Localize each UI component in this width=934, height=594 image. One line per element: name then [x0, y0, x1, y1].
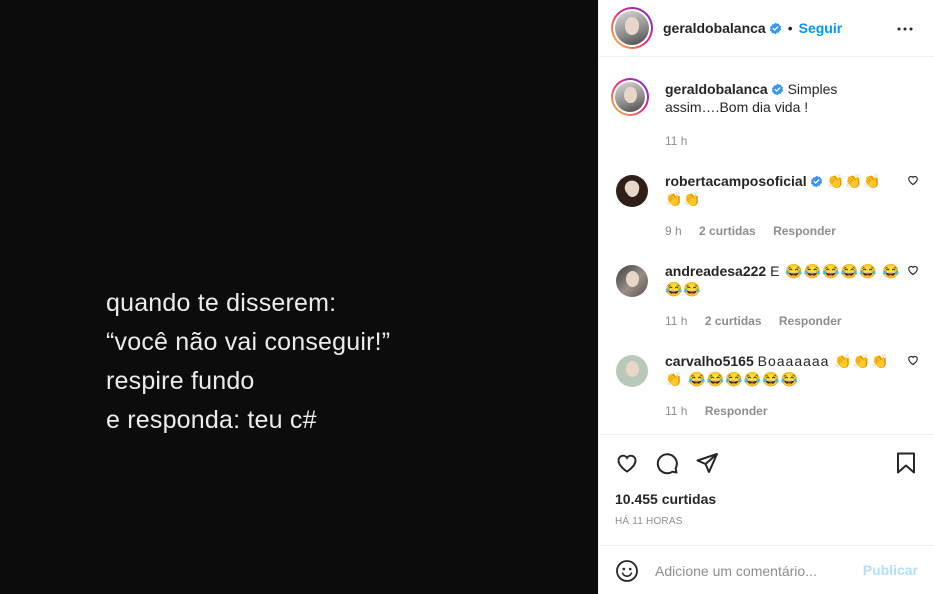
comment-body: carvalho5165 Boaaaaaa 👏👏👏👏 😂😂😂😂😂😂 [665, 352, 905, 388]
likes-count[interactable]: 10.455 curtidas [615, 491, 716, 507]
media-line: “você não vai conseguir!” [106, 328, 391, 356]
caption-username[interactable]: geraldobalanca [665, 81, 768, 97]
comment-icon[interactable] [655, 451, 679, 475]
more-horizontal-icon[interactable] [896, 20, 914, 38]
comment-likes[interactable]: 2 curtidas [699, 224, 756, 238]
like-comment-icon[interactable] [907, 264, 919, 276]
comments-list[interactable]: geraldobalanca Simples assim….Bom dia vi… [599, 58, 934, 434]
bookmark-icon[interactable] [894, 451, 918, 475]
comment-body: robertacamposoficial 👏👏👏 👏👏 [665, 172, 905, 208]
comment-username[interactable]: andreadesa222 [665, 263, 766, 279]
commenter-avatar[interactable] [611, 350, 649, 388]
heart-icon[interactable] [615, 451, 639, 475]
post-header: geraldobalanca • Seguir [599, 0, 934, 57]
emoji-icon[interactable] [615, 559, 639, 583]
comment-username[interactable]: carvalho5165 [665, 353, 754, 369]
post-view: quando te disserem: “você não vai conseg… [0, 0, 934, 594]
separator-dot: • [787, 20, 793, 36]
publish-button[interactable]: Publicar [863, 562, 918, 578]
comment-meta: 9 h 2 curtidas Responder [665, 224, 850, 238]
post-sidebar: geraldobalanca • Seguir geraldobalanca S… [598, 0, 934, 594]
post-media[interactable]: quando te disserem: “você não vai conseg… [0, 0, 598, 594]
media-line: respire fundo [106, 367, 255, 395]
author-avatar[interactable] [611, 7, 653, 49]
verified-badge-icon [771, 83, 783, 96]
post-actions: 10.455 curtidas HÁ 11 HORAS Publicar [599, 434, 934, 594]
comment-likes[interactable]: 2 curtidas [705, 314, 762, 328]
comment-meta: 11 h Responder [665, 404, 782, 418]
comment-time[interactable]: 9 h [665, 224, 682, 238]
like-comment-icon[interactable] [907, 174, 919, 186]
comment-time[interactable]: 11 h [665, 404, 687, 418]
caption-time[interactable]: 11 h [665, 134, 687, 148]
caption-avatar[interactable] [611, 78, 649, 116]
reply-button[interactable]: Responder [779, 314, 842, 328]
commenter-avatar[interactable] [611, 260, 649, 298]
author-username[interactable]: geraldobalanca [663, 20, 766, 36]
caption-meta: 11 h [665, 134, 701, 148]
media-line: e responda: teu c# [106, 406, 317, 434]
follow-button[interactable]: Seguir [799, 20, 843, 36]
media-line: quando te disserem: [106, 289, 337, 317]
like-comment-icon[interactable] [907, 354, 919, 366]
media-text: quando te disserem: “você não vai conseg… [106, 284, 390, 440]
add-comment-bar: Publicar [599, 545, 934, 594]
send-icon[interactable] [695, 451, 719, 475]
verified-badge-icon [810, 175, 822, 188]
reply-button[interactable]: Responder [773, 224, 836, 238]
comment-input[interactable] [655, 558, 855, 584]
comment-body: andreadesa222 E 😂😂😂😂😂 😂😂😂 [665, 262, 905, 298]
commenter-avatar[interactable] [611, 170, 649, 208]
verified-badge-icon [769, 22, 781, 34]
comment-meta: 11 h 2 curtidas Responder [665, 314, 856, 328]
caption-body: geraldobalanca Simples assim….Bom dia vi… [665, 80, 905, 116]
comment-username[interactable]: robertacamposoficial [665, 173, 807, 189]
reply-button[interactable]: Responder [705, 404, 768, 418]
comment-time[interactable]: 11 h [665, 314, 687, 328]
post-timestamp[interactable]: HÁ 11 HORAS [615, 516, 683, 527]
